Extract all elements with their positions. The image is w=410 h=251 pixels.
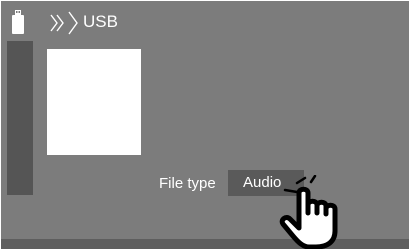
- side-scroll-strip[interactable]: [7, 41, 33, 195]
- usb-drive-icon[interactable]: [11, 10, 25, 34]
- top-bar: USB: [1, 1, 409, 41]
- screen: USB File type Audio: [1, 1, 409, 249]
- source-title: USB: [83, 12, 118, 31]
- touching-hand-icon: [279, 175, 338, 249]
- double-chevron-right-icon[interactable]: [45, 11, 79, 35]
- album-artwork: [47, 49, 141, 155]
- file-type-label: File type: [159, 175, 216, 192]
